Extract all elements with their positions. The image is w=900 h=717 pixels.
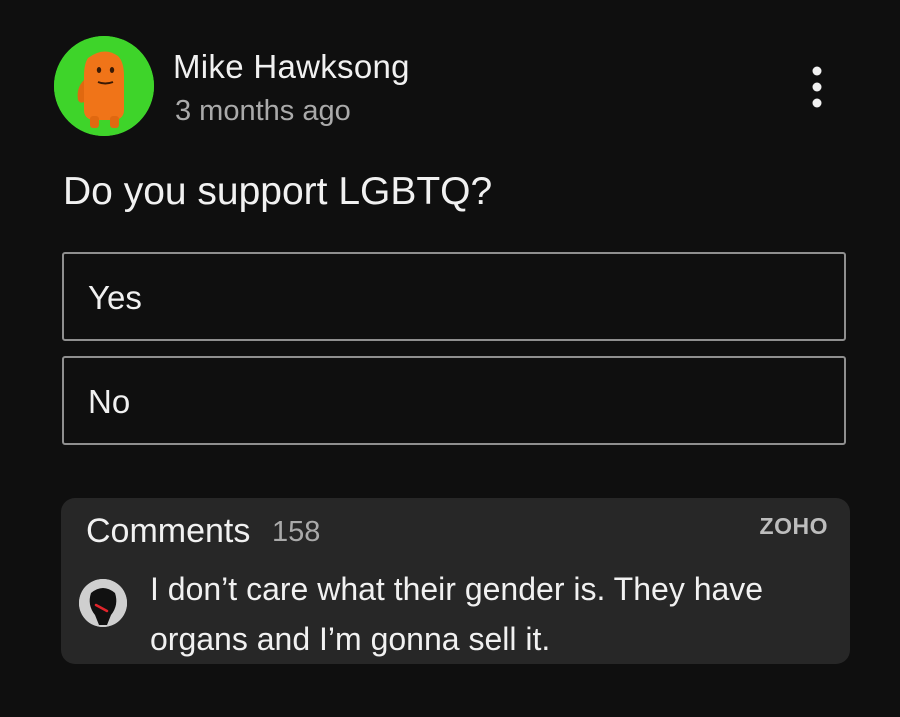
orange-character-icon	[54, 36, 154, 136]
author-avatar[interactable]	[54, 36, 154, 136]
comments-title: Comments	[86, 512, 251, 550]
poll-option-no[interactable]: No	[62, 356, 846, 445]
comments-card[interactable]: Comments 158 ZOHO I don’t care what thei…	[61, 498, 850, 664]
poll-option-yes[interactable]: Yes	[62, 252, 846, 341]
commenter-avatar[interactable]	[79, 579, 127, 627]
post-timestamp: 3 months ago	[175, 95, 351, 127]
more-vert-icon	[812, 66, 822, 108]
author-name[interactable]: Mike Hawksong	[173, 48, 410, 86]
dark-mask-icon	[79, 579, 127, 627]
poll-question: Do you support LGBTQ?	[63, 170, 493, 213]
poll-option-label: No	[88, 383, 131, 420]
comments-count: 158	[272, 516, 321, 548]
post-header: Mike Hawksong 3 months ago	[54, 36, 854, 136]
top-comment-text: I don’t care what their gender is. They …	[150, 571, 764, 657]
more-options-button[interactable]	[800, 62, 834, 112]
zoho-watermark: ZOHO	[759, 513, 828, 539]
poll-option-label: Yes	[88, 279, 142, 316]
